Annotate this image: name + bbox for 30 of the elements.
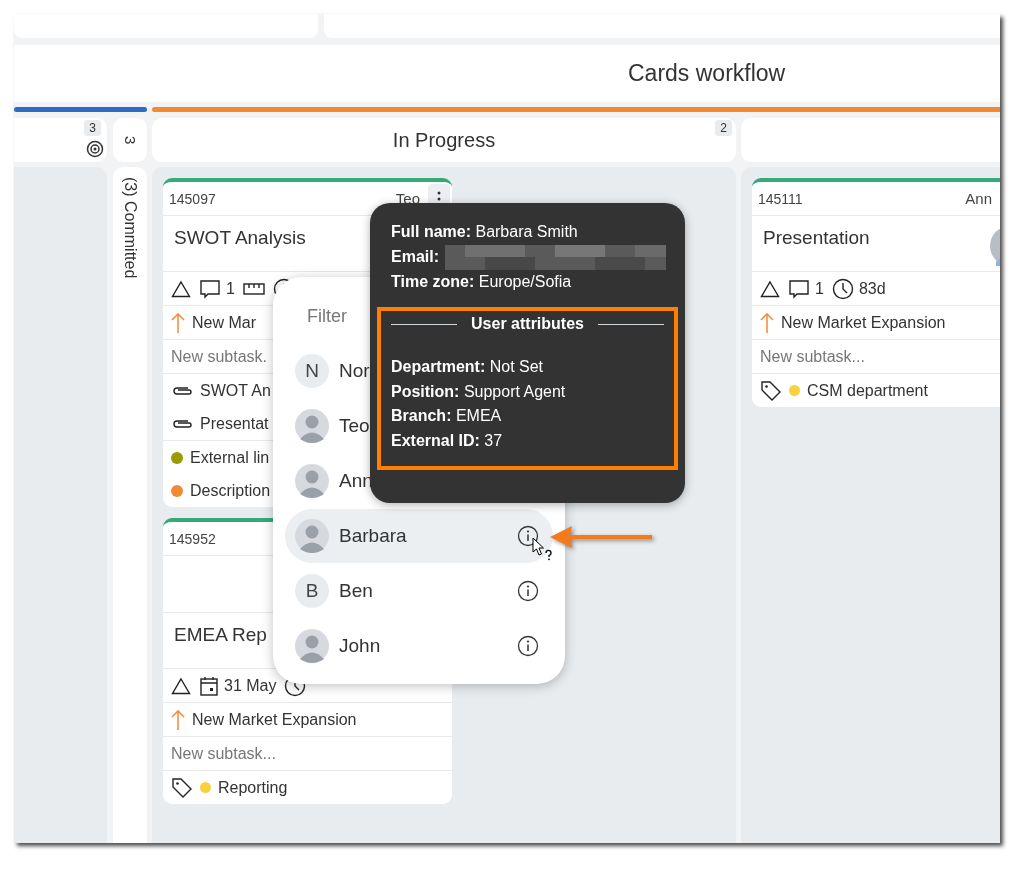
user-detail: Email: <box>391 246 439 267</box>
tag-label: CSM department <box>807 381 928 400</box>
card-id: 145097 <box>169 190 216 207</box>
card-count: 3 <box>84 120 101 136</box>
board-title: Cards workflow <box>628 60 786 87</box>
card-id: 145952 <box>169 530 216 547</box>
user-name: John <box>339 635 381 657</box>
column-title: In Progress <box>392 128 496 152</box>
section-title: User attributes <box>471 315 584 333</box>
assignee-name: Ann <box>965 190 992 207</box>
user-avatar: B <box>295 574 329 608</box>
user-detail: Time zone: Europe/Sofia <box>391 271 572 292</box>
card-count: 2 <box>715 120 732 136</box>
user-name: Nor <box>339 360 370 382</box>
user-attribute: External ID: 37 <box>391 430 503 451</box>
metric-value: 31 May <box>224 676 277 695</box>
metric-value: 1 <box>815 279 824 298</box>
user-attribute: Position: Support Agent <box>391 381 566 402</box>
card-count: 3 <box>121 135 139 145</box>
user-attribute: Branch: EMEA <box>391 406 502 426</box>
user-name: Ben <box>339 580 373 602</box>
tag-label: Reporting <box>218 778 288 797</box>
user-name: Teo <box>339 415 370 437</box>
user-attribute: Department: Not Set <box>391 357 544 377</box>
user-detail: Full name: Barbara Smith <box>391 222 578 242</box>
metric-value: 83d <box>858 279 886 298</box>
user-name: Barbara <box>339 525 407 547</box>
metric-value: 1 <box>226 279 235 298</box>
user-avatar: N <box>295 354 329 388</box>
card-id: 145111 <box>758 190 803 207</box>
